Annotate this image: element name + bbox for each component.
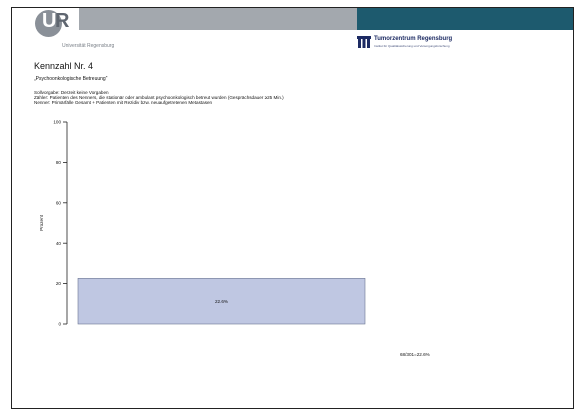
y-tick-label: 60 xyxy=(56,200,62,205)
bar-data-label: 22.6% xyxy=(215,299,228,304)
y-tick-label: 40 xyxy=(56,241,62,246)
y-tick-label: 20 xyxy=(56,281,62,286)
y-tick-label: 0 xyxy=(58,322,61,327)
y-tick-label: 80 xyxy=(56,160,62,165)
y-axis-label: Prozent xyxy=(39,214,44,231)
footnote: 68/301=22.6% xyxy=(400,352,430,357)
y-tick-label: 100 xyxy=(53,120,61,125)
slide: U R Universität Regensburg Tumorzentrum … xyxy=(11,7,574,409)
bar-chart: 0 20 40 60 80 100 Prozent 22.6% xyxy=(39,120,366,327)
